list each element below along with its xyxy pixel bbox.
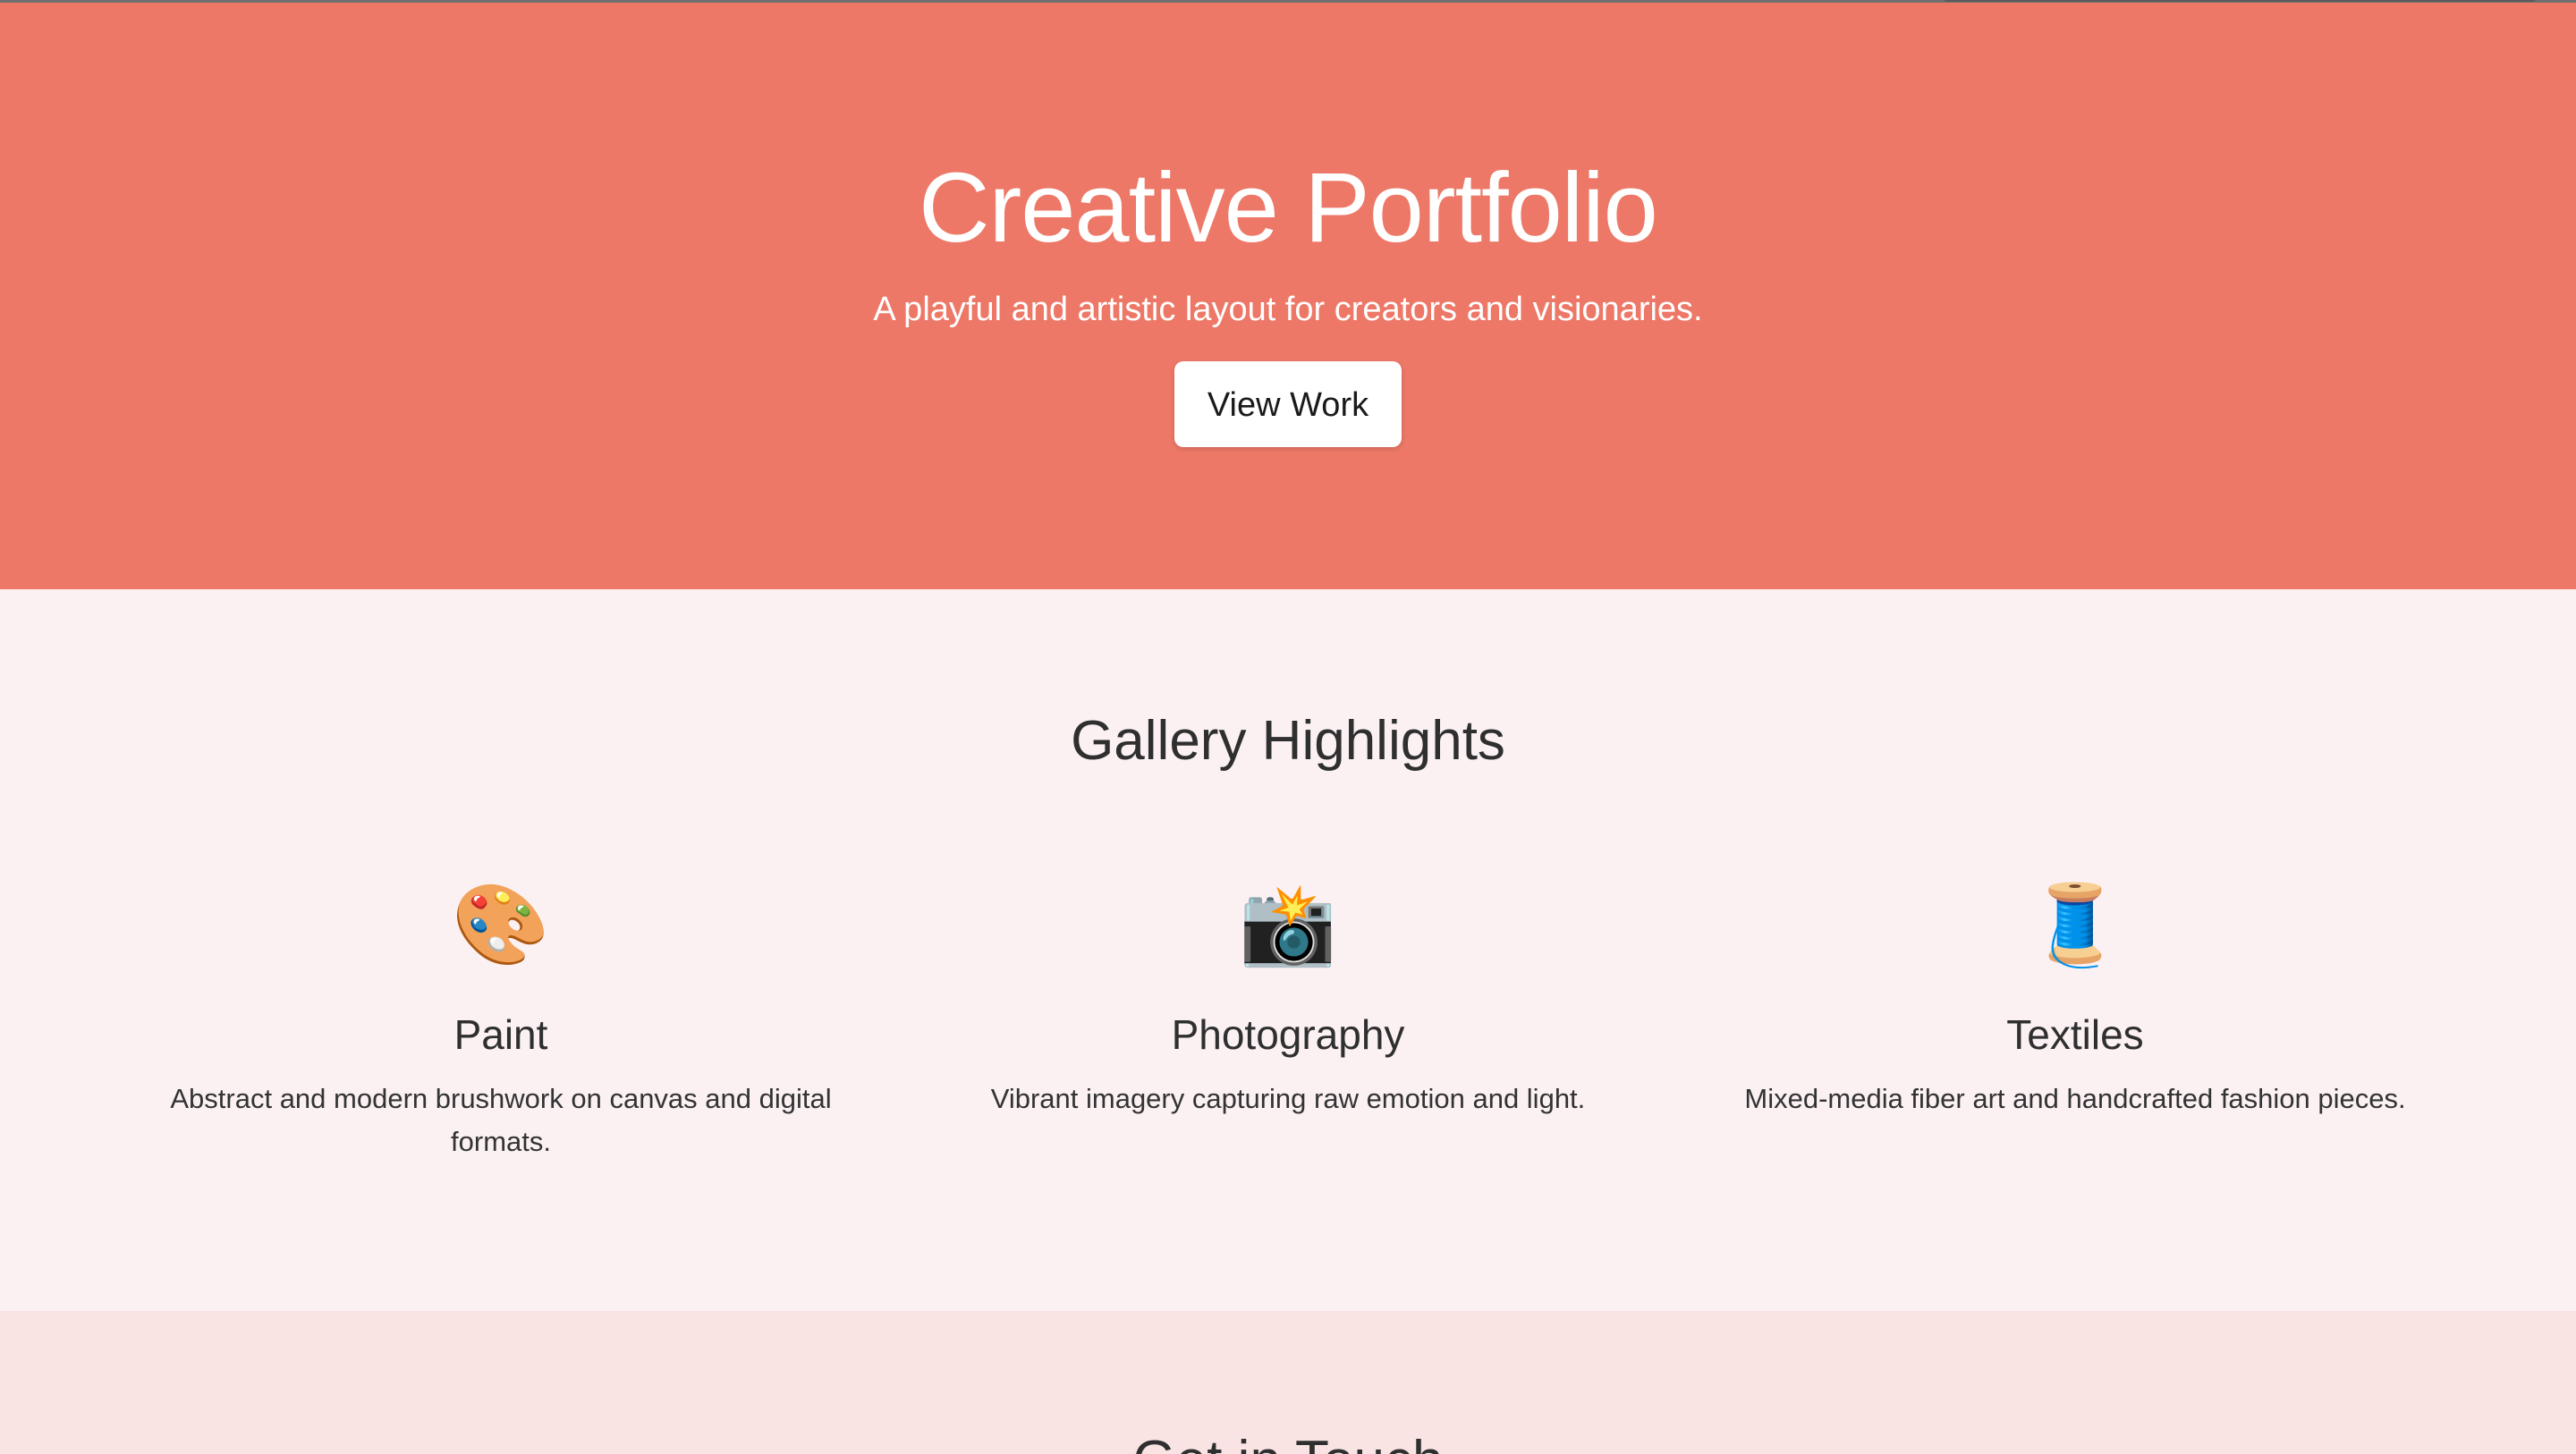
thread-spool-icon: 🧵 bbox=[2026, 880, 2124, 968]
card-title: Paint bbox=[453, 1011, 548, 1058]
contact-section: Get in Touch bbox=[0, 1311, 2576, 1454]
camera-flash-icon: 📸 bbox=[1239, 880, 1337, 968]
page: Creative Portfolio A playful and artisti… bbox=[0, 0, 2576, 1454]
card-title: Photography bbox=[1171, 1011, 1405, 1058]
card-description: Mixed-media fiber art and handcrafted fa… bbox=[1744, 1083, 2406, 1114]
view-work-button[interactable]: View Work bbox=[1174, 361, 1402, 447]
top-overlay-bar bbox=[1941, 0, 2538, 2]
gallery-card-photography: 📸 Photography Vibrant imagery capturing … bbox=[921, 875, 1655, 1120]
gallery-section: Gallery Highlights 🎨 Paint Abstract and … bbox=[0, 589, 2576, 1311]
hero-subtitle: A playful and artistic layout for creato… bbox=[873, 291, 1703, 328]
card-description: Vibrant imagery capturing raw emotion an… bbox=[990, 1083, 1586, 1114]
gallery-card-paint: 🎨 Paint Abstract and modern brushwork on… bbox=[134, 875, 868, 1163]
palette-icon: 🎨 bbox=[452, 880, 550, 968]
gallery-card-textiles: 🧵 Textiles Mixed-media fiber art and han… bbox=[1708, 875, 2442, 1120]
hero-section: Creative Portfolio A playful and artisti… bbox=[0, 3, 2576, 589]
gallery-title: Gallery Highlights bbox=[1071, 710, 1505, 772]
card-description: Abstract and modern brushwork on canvas … bbox=[170, 1083, 832, 1157]
hero-title: Creative Portfolio bbox=[919, 153, 1658, 263]
card-title: Textiles bbox=[2006, 1011, 2144, 1058]
contact-title: Get in Touch bbox=[0, 1425, 2576, 1454]
